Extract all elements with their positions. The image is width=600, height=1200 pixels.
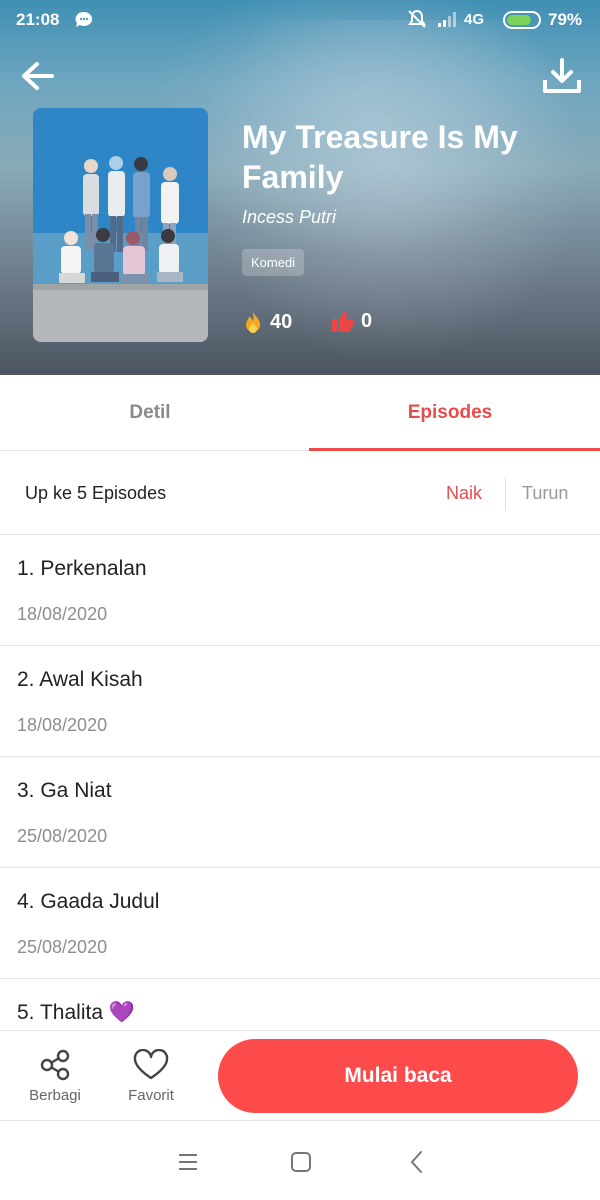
bottom-action-bar: Berbagi Favorit Mulai baca <box>0 1030 600 1121</box>
share-icon <box>40 1049 70 1081</box>
episode-title: 3. Ga Niat <box>17 779 112 802</box>
share-label: Berbagi <box>29 1087 81 1104</box>
dislikes-count[interactable]: 0 <box>331 310 372 333</box>
likes-value: 40 <box>270 310 293 333</box>
dislikes-value: 0 <box>361 310 373 332</box>
battery-percent: 79% <box>548 10 583 29</box>
episode-count-summary: Up ke 5 Episodes <box>25 483 167 503</box>
tab-bar: Detil Episodes <box>0 375 600 451</box>
episode-item[interactable]: 5. Thalita 💜 <box>0 979 600 1035</box>
nav-menu-button[interactable] <box>173 1147 203 1177</box>
genre-tag[interactable]: Komedi <box>242 249 305 276</box>
nav-home-button[interactable] <box>286 1147 316 1177</box>
episode-title: 1. Perkenalan <box>17 557 147 580</box>
episode-date: 18/08/2020 <box>17 604 108 624</box>
favorite-label: Favorit <box>128 1087 174 1104</box>
episode-title: 5. Thalita 💜 <box>17 1001 135 1024</box>
sort-divider <box>505 477 506 511</box>
app-screen: 21:08 4G 79% My Treasure Is My Family In… <box>0 0 600 1200</box>
episode-title: 2. Awal Kisah <box>17 668 143 691</box>
signal-icon <box>436 8 458 35</box>
episode-title: 4. Gaada Judul <box>17 890 160 913</box>
chevron-left-icon <box>411 1151 422 1173</box>
start-reading-button[interactable]: Mulai baca <box>218 1039 578 1113</box>
home-square-icon <box>291 1152 311 1172</box>
arrow-left-icon <box>22 62 54 90</box>
book-header: 21:08 4G 79% My Treasure Is My Family In… <box>0 0 600 375</box>
nav-back-button[interactable] <box>402 1147 432 1177</box>
network-type: 4G <box>464 11 485 28</box>
status-time: 21:08 <box>16 10 60 29</box>
favorite-button[interactable]: Favorit <box>111 1031 191 1122</box>
battery-icon <box>503 11 541 29</box>
episode-date: 25/08/2020 <box>17 826 108 846</box>
episode-sort-bar: Up ke 5 Episodes Naik Turun <box>0 451 600 535</box>
fire-icon <box>246 311 260 333</box>
share-button[interactable]: Berbagi <box>15 1031 95 1122</box>
message-notification-icon <box>74 10 94 35</box>
episode-item[interactable]: 3. Ga Niat 25/08/2020 <box>0 757 600 868</box>
tab-episodes[interactable]: Episodes <box>300 375 600 451</box>
episode-date: 25/08/2020 <box>17 937 108 957</box>
book-title: My Treasure Is My Family <box>242 119 518 195</box>
tab-detail[interactable]: Detil <box>0 375 300 451</box>
download-button[interactable] <box>541 56 583 96</box>
episode-item[interactable]: 1. Perkenalan 18/08/2020 <box>0 535 600 646</box>
thumbs-down-icon <box>332 311 355 332</box>
menu-icon <box>179 1154 197 1170</box>
system-navigation-bar <box>0 1121 600 1200</box>
back-button[interactable] <box>18 56 58 96</box>
book-author[interactable]: Incess Putri <box>242 207 336 228</box>
battery-level <box>507 15 531 25</box>
book-cover-image[interactable] <box>33 108 208 342</box>
mute-bell-icon <box>406 8 428 35</box>
sort-descending-button[interactable]: Turun <box>522 483 568 504</box>
download-icon <box>543 58 581 93</box>
episode-list: 1. Perkenalan 18/08/2020 2. Awal Kisah 1… <box>0 535 600 1035</box>
episode-date: 18/08/2020 <box>17 715 108 735</box>
sort-ascending-button[interactable]: Naik <box>446 483 482 504</box>
likes-count[interactable]: 40 <box>242 310 292 334</box>
episode-item[interactable]: 4. Gaada Judul 25/08/2020 <box>0 868 600 979</box>
heart-icon <box>133 1049 169 1080</box>
status-bar: 21:08 4G 79% <box>0 0 600 40</box>
episode-item[interactable]: 2. Awal Kisah 18/08/2020 <box>0 646 600 757</box>
